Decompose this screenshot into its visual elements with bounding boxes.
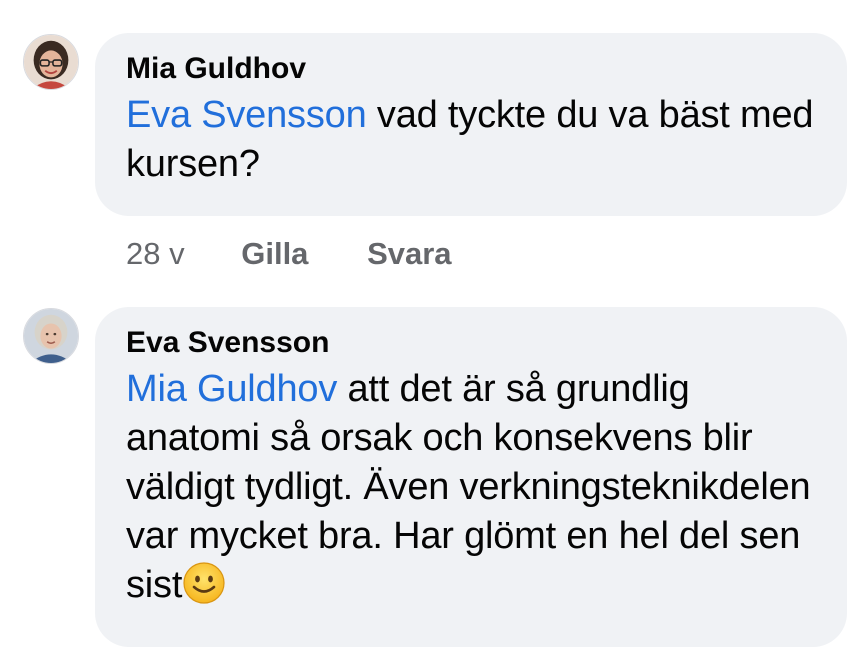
timestamp[interactable]: 28 v [126, 236, 185, 272]
avatar-icon[interactable] [23, 34, 79, 90]
mention-link[interactable]: Mia Guldhov [126, 368, 337, 410]
comment-bubble: Mia Guldhov Eva Svensson vad tyckte du v… [95, 33, 847, 216]
user-avatar-woman-gray-hair-icon [24, 309, 78, 363]
avatar-icon[interactable] [23, 308, 79, 364]
reply-button[interactable]: Svara [367, 236, 451, 272]
smiling-face-emoji-icon [182, 561, 226, 605]
comment-author[interactable]: Mia Guldhov [126, 51, 819, 87]
user-avatar-woman-glasses-icon [24, 35, 78, 89]
mention-link[interactable]: Eva Svensson [126, 94, 367, 136]
comment-actions: 28 v Gilla Svara [126, 236, 452, 272]
comment-bubble: Eva Svensson Mia Guldhov att det är så g… [95, 307, 847, 647]
comment-text: Mia Guldhov att det är så grundlig anato… [126, 365, 819, 610]
like-button[interactable]: Gilla [241, 236, 308, 272]
comment-author[interactable]: Eva Svensson [126, 325, 819, 361]
comment-text: Eva Svensson vad tyckte du va bäst med k… [126, 91, 819, 189]
